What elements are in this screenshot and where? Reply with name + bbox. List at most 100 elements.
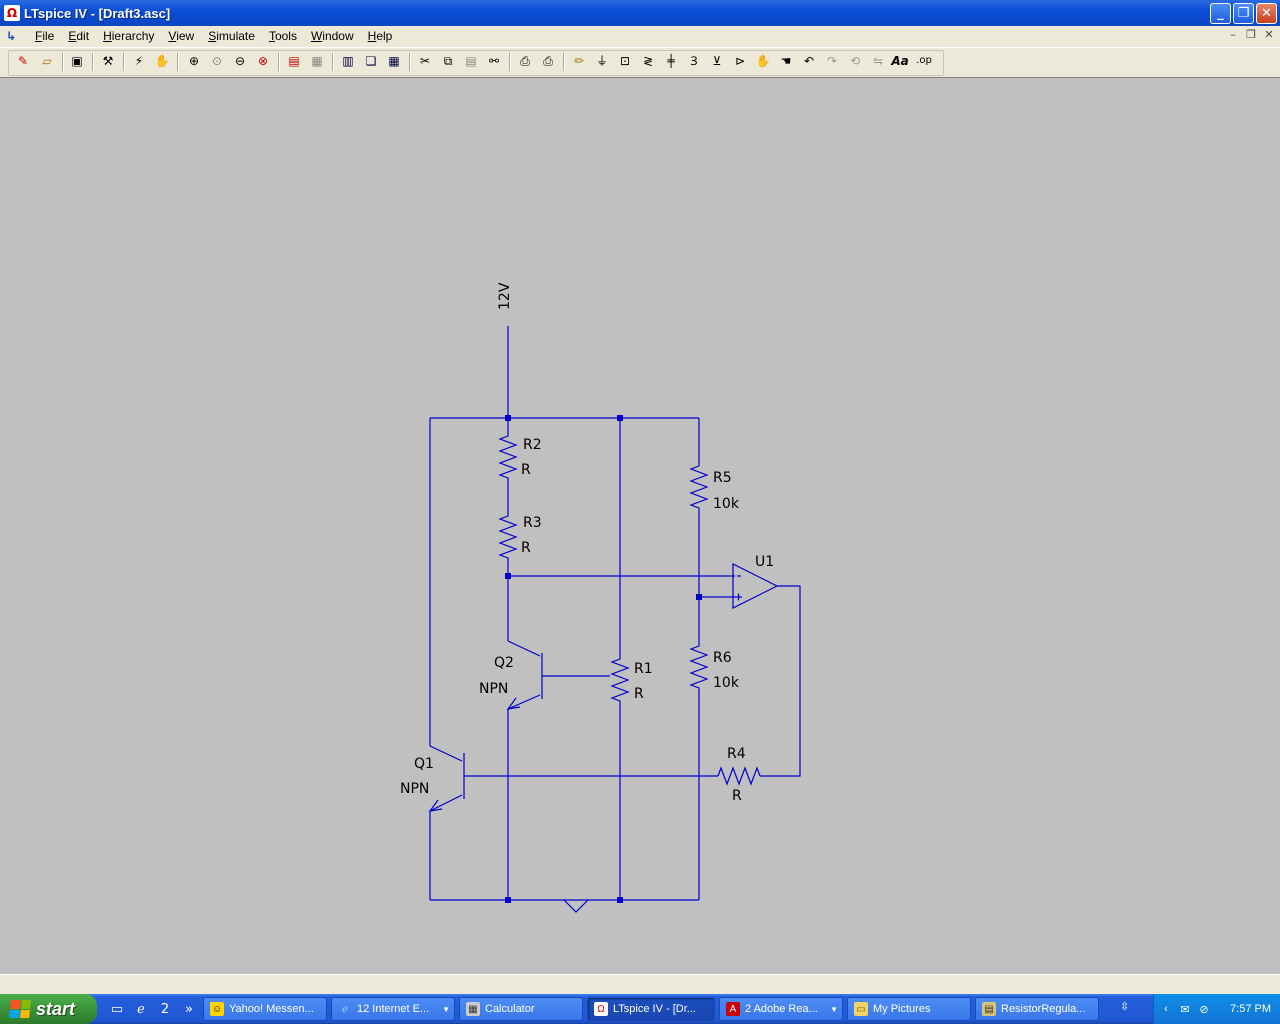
quicklaunch-badge[interactable]: 2	[156, 1000, 174, 1018]
grid-icon[interactable]: ▦	[309, 53, 325, 69]
halt-icon[interactable]: ✋	[154, 53, 170, 69]
inductor-icon[interactable]: Ɜ	[686, 53, 702, 69]
supply-label[interactable]: 12V	[497, 283, 513, 310]
document-icon: ▤	[982, 1002, 996, 1016]
menu-view[interactable]: View	[161, 29, 201, 43]
menu-file[interactable]: File	[28, 29, 61, 43]
close-button[interactable]: ✕	[1256, 3, 1277, 24]
toolbar-separator	[123, 53, 125, 71]
taskbar-button-yahoo[interactable]: ☺ Yahoo! Messen...	[203, 997, 327, 1021]
menu-tools[interactable]: Tools	[262, 29, 304, 43]
menu-window[interactable]: Window	[304, 29, 361, 43]
tray-security-icon[interactable]: ⊘	[1197, 1002, 1211, 1016]
mirror-icon[interactable]: ⇋	[870, 53, 886, 69]
group-dropdown-icon: ▼	[830, 1004, 838, 1014]
text-icon[interactable]: Aa	[891, 53, 908, 69]
doc-close-button[interactable]: ✕	[1262, 28, 1276, 41]
taskbar-button-ltspice[interactable]: Ω LTspice IV - [Dr...	[587, 997, 715, 1021]
toolbar-separator	[332, 53, 334, 71]
toolbar-separator	[278, 53, 280, 71]
r6-value-label[interactable]: 10k	[713, 675, 739, 691]
toolbar-separator	[409, 53, 411, 71]
zoom-out-icon[interactable]: ⊖	[232, 53, 248, 69]
taskbar-button-my-pictures[interactable]: ▭ My Pictures	[847, 997, 971, 1021]
menu-simulate[interactable]: Simulate	[201, 29, 262, 43]
tray-expand-icon[interactable]: ‹	[1159, 1002, 1173, 1016]
redo-icon[interactable]: ↷	[824, 53, 840, 69]
taskbar-button-calculator[interactable]: ▦ Calculator	[459, 997, 583, 1021]
copy-icon[interactable]: ⧉	[440, 53, 456, 69]
new-schematic-icon[interactable]: ✎	[15, 53, 31, 69]
save-icon[interactable]: ▣	[69, 53, 85, 69]
r2-value-label[interactable]: R	[521, 462, 531, 478]
tile-horizontal-icon[interactable]: ▥	[340, 53, 356, 69]
component-icon[interactable]: ⊳	[732, 53, 748, 69]
cascade-icon[interactable]: ❏	[363, 53, 379, 69]
u1-name-label[interactable]: U1	[755, 554, 774, 570]
menu-hierarchy[interactable]: Hierarchy	[96, 29, 161, 43]
control-panel-icon[interactable]: ⚒	[100, 53, 116, 69]
rotate-icon[interactable]: ⟲	[847, 53, 863, 69]
print-icon[interactable]: ⎙	[540, 53, 556, 69]
find-icon[interactable]: ⚯	[486, 53, 502, 69]
zoom-in-icon[interactable]: ⊕	[186, 53, 202, 69]
r6-name-label[interactable]: R6	[713, 650, 732, 666]
drag-icon[interactable]: ☚	[778, 53, 794, 69]
resistor-icon[interactable]: ≷	[640, 53, 656, 69]
menu-edit[interactable]: Edit	[61, 29, 96, 43]
r4-name-label[interactable]: R4	[727, 746, 746, 762]
internet-explorer-quicklaunch-icon[interactable]: ℯ	[132, 1000, 150, 1018]
run-icon[interactable]: ⚡	[131, 53, 147, 69]
quicklaunch-more-icon[interactable]: »	[180, 1000, 198, 1018]
restore-button[interactable]: ❐	[1233, 3, 1254, 24]
diode-icon[interactable]: ⊻	[709, 53, 725, 69]
schematic-canvas[interactable]: 12V R2 R R3 R R5 10k U1 R6 10k R1 R Q2 N…	[0, 77, 1280, 975]
ltspice-app-icon[interactable]: Ω	[4, 5, 20, 21]
r4-value-label[interactable]: R	[732, 788, 742, 804]
tile-vertical-icon[interactable]: ▦	[386, 53, 402, 69]
pan-icon[interactable]: ⊙	[209, 53, 225, 69]
ltspice-icon: Ω	[594, 1002, 608, 1016]
document-system-icon[interactable]: ↳	[6, 29, 20, 43]
taskbar-button-internet-explorer[interactable]: ℯ 12 Internet E... ▼	[331, 997, 455, 1021]
taskbar-button-label: My Pictures	[873, 1003, 931, 1015]
minimize-button[interactable]: _	[1210, 3, 1231, 24]
r2-name-label[interactable]: R2	[523, 437, 542, 453]
r3-name-label[interactable]: R3	[523, 515, 542, 531]
q1-name-label[interactable]: Q1	[414, 756, 434, 772]
capacitor-icon[interactable]: ╪	[663, 53, 679, 69]
tray-messenger-icon[interactable]: ✉	[1178, 1002, 1192, 1016]
show-desktop-icon[interactable]: ▭	[108, 1000, 126, 1018]
taskbar-button-adobe-reader[interactable]: A 2 Adobe Rea... ▼	[719, 997, 843, 1021]
clock[interactable]: 7:57 PM	[1230, 1003, 1271, 1015]
autorange-icon[interactable]: ▤	[286, 53, 302, 69]
doc-restore-button[interactable]: ❐	[1244, 28, 1258, 41]
q2-name-label[interactable]: Q2	[494, 655, 514, 671]
r3-value-label[interactable]: R	[521, 540, 531, 556]
label-icon[interactable]: ⊡	[617, 53, 633, 69]
q1-type-label[interactable]: NPN	[400, 781, 429, 797]
open-icon[interactable]: ▱	[39, 53, 55, 69]
start-button[interactable]: start	[0, 994, 97, 1024]
undo-icon[interactable]: ↶	[801, 53, 817, 69]
r5-name-label[interactable]: R5	[713, 470, 732, 486]
calculator-icon: ▦	[466, 1002, 480, 1016]
print-setup-icon[interactable]: ⎙	[517, 53, 533, 69]
spice-directive-icon[interactable]: .op	[916, 53, 932, 69]
window-controls: _ ❐ ✕	[1210, 3, 1277, 24]
r1-value-label[interactable]: R	[634, 686, 644, 702]
move-icon[interactable]: ✋	[755, 53, 771, 69]
r1-name-label[interactable]: R1	[634, 661, 653, 677]
q2-type-label[interactable]: NPN	[479, 681, 508, 697]
taskbar-button-resistor-regulator[interactable]: ▤ ResistorRegula...	[975, 997, 1099, 1021]
r5-value-label[interactable]: 10k	[713, 496, 739, 512]
zoom-fit-icon[interactable]: ⊗	[255, 53, 271, 69]
cut-icon[interactable]: ✂	[417, 53, 433, 69]
doc-minimize-button[interactable]: –	[1226, 28, 1240, 41]
wire-icon[interactable]: ✏	[571, 53, 587, 69]
taskbar-overflow-icon[interactable]: ⇳	[1120, 1000, 1129, 1013]
ground-icon[interactable]: ⏚	[594, 53, 610, 69]
toolbar-separator	[92, 53, 94, 71]
menu-help[interactable]: Help	[361, 29, 400, 43]
paste-icon[interactable]: ▤	[463, 53, 479, 69]
